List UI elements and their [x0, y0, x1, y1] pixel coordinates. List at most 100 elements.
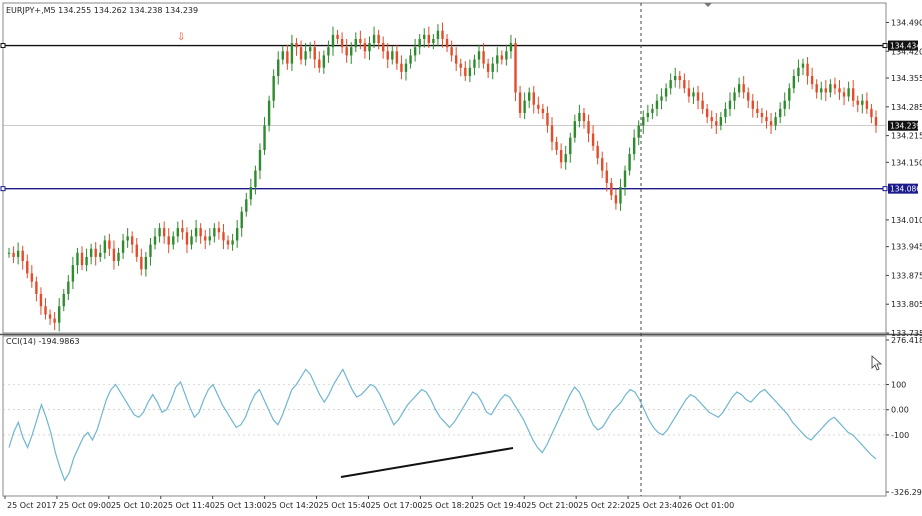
candle-body [550, 125, 554, 142]
candle-body [39, 293, 43, 307]
candle-body [295, 43, 298, 48]
cci-axis-label: 276.4186 [891, 336, 922, 345]
price-axis-label: 134.150 [891, 158, 922, 167]
candle-body [327, 47, 330, 56]
candle-body [824, 88, 828, 93]
candle-body [331, 34, 335, 48]
candle-body [30, 273, 34, 282]
candle-body [833, 84, 837, 89]
candle-body [742, 84, 745, 93]
candle-body [765, 117, 768, 122]
candle-body [432, 38, 435, 44]
candle-body [486, 63, 490, 72]
candle-body [591, 133, 595, 146]
candle-body [135, 244, 138, 257]
candle-body [21, 250, 24, 262]
level-handle [0, 43, 6, 49]
candle-body [861, 100, 864, 105]
cci-axis-label: -100 [891, 431, 909, 440]
candle-body [582, 112, 586, 122]
candle-body [715, 121, 718, 126]
level-handle [0, 186, 6, 192]
candle-body [254, 170, 257, 188]
candle-body [94, 248, 97, 257]
candle-body [377, 34, 380, 44]
cci-axis-label: 100 [891, 380, 906, 389]
candle-body [509, 43, 513, 52]
candle-body [637, 125, 640, 138]
candle-body [423, 34, 426, 39]
candle-body [601, 158, 604, 171]
candle-body [286, 51, 289, 64]
candle-body [372, 34, 376, 44]
candle-body [57, 306, 61, 323]
candle-body [655, 100, 659, 109]
candle-body [299, 47, 303, 60]
candle-body [473, 59, 476, 68]
candle-body [404, 63, 408, 72]
candle-body [409, 55, 412, 64]
candle-body [733, 92, 736, 101]
candle-body [454, 55, 458, 64]
candle-body [669, 80, 672, 89]
candle-body [788, 88, 791, 101]
candle-body [778, 108, 782, 118]
time-axis-label: 25 Oct 21:00 [526, 501, 578, 510]
candle-body [596, 145, 599, 159]
time-axis-label: 25 Oct 14:20 [267, 501, 319, 510]
time-axis-label: 26 Oct 01:00 [682, 501, 734, 510]
cursor-icon [871, 355, 883, 371]
candle-body [391, 51, 394, 60]
candle-body [528, 92, 531, 101]
candle-body [53, 318, 56, 323]
candle-body [413, 47, 417, 56]
candle-body [847, 88, 850, 97]
candle-body [99, 252, 102, 257]
candle-body [162, 228, 166, 237]
candle-body [747, 92, 750, 101]
candle-body [623, 170, 627, 188]
candle-body [185, 232, 189, 245]
price-axis-label: 134.215 [891, 132, 922, 141]
candle-body [842, 92, 846, 97]
candle-body [829, 84, 832, 93]
candle-body [541, 108, 545, 113]
candle-body [318, 59, 321, 68]
candle-body [144, 256, 148, 270]
time-axis-label: 25 Oct 23:40 [630, 501, 682, 510]
candle-body [213, 228, 216, 237]
candle-body [856, 100, 859, 105]
candle-body [272, 75, 275, 101]
candle-body [103, 240, 107, 253]
candle-body [381, 43, 385, 52]
candle-body [181, 228, 184, 233]
candle-body [632, 137, 636, 155]
price-chart[interactable]: 134.434134.239134.086⇩134.490134.420134.… [0, 0, 922, 516]
candle-body [231, 240, 234, 245]
candle-body [395, 51, 399, 64]
candle-body [240, 211, 243, 229]
candle-body [792, 75, 796, 89]
candle-body [167, 236, 170, 245]
candle-body [500, 55, 504, 60]
candle-body [810, 75, 814, 85]
candle-body [126, 236, 129, 241]
candle-body [108, 240, 111, 249]
candle-body [304, 51, 307, 60]
candle-body [204, 236, 207, 241]
candle-body [505, 51, 508, 60]
time-axis-label: 25 Oct 22:20 [578, 501, 630, 510]
candle-body [555, 141, 558, 150]
candle-body [85, 256, 88, 266]
candle-body [518, 92, 522, 113]
candle-body [477, 51, 481, 60]
candle-body [459, 63, 462, 68]
candle-body [614, 195, 618, 204]
candle-body [16, 250, 20, 257]
candle-body [569, 137, 572, 155]
candle-body [158, 228, 161, 237]
price-axis-label: 134.010 [891, 216, 922, 225]
cci-axis-label: 0.00 [891, 406, 909, 415]
scroll-marker-icon [704, 3, 712, 7]
candle-body [313, 47, 316, 60]
